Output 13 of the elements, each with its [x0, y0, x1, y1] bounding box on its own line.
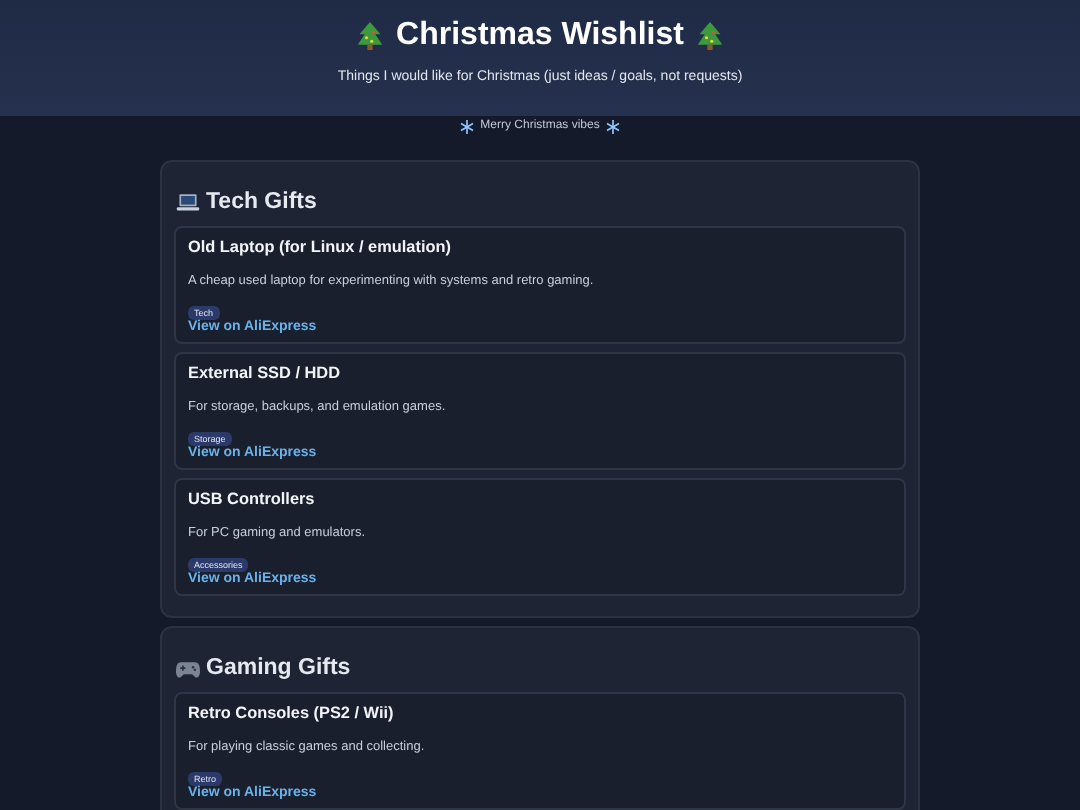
gift-name: USB Controllers — [188, 490, 315, 508]
snowflake-icon — [460, 119, 475, 133]
gift-name: Old Laptop (for Linux / emulation) — [188, 238, 451, 256]
gift-name: External SSD / HDD — [188, 364, 340, 382]
gift-name: Retro Consoles (PS2 / Wii) — [188, 704, 394, 722]
laptop-icon — [176, 192, 200, 212]
gamepad-icon — [176, 659, 200, 677]
category-title: Tech Gifts — [206, 190, 317, 214]
category-title: Gaming Gifts — [206, 656, 351, 680]
christmas-tree-icon — [356, 20, 385, 52]
snowflake-icon — [605, 119, 620, 133]
page-title: Christmas Wishlist — [396, 18, 684, 54]
christmas-tree-icon — [695, 20, 724, 52]
